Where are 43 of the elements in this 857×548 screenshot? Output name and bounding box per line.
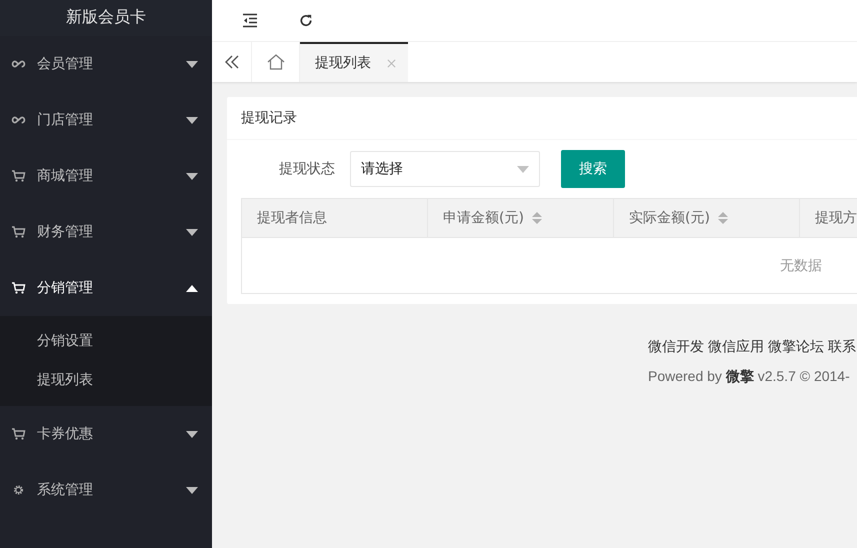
sidebar-item[interactable]: 卡券优惠 (0, 406, 212, 462)
powered-by-text: Powered by 微擎 v2.5.7 © 2014- (648, 368, 851, 386)
filter-label: 提现状态 (279, 160, 335, 178)
refresh-icon[interactable] (298, 13, 314, 28)
footer-link[interactable]: 微擎论坛 (768, 338, 824, 356)
column-header: 实际金额(元) (614, 199, 800, 237)
caret-icon (186, 284, 198, 292)
menu-collapse-icon[interactable] (242, 13, 258, 28)
status-select[interactable]: 请选择 (350, 151, 540, 187)
sidebar-item[interactable]: 商城管理 (0, 148, 212, 204)
caret-icon (186, 60, 198, 68)
double-chevron-icon (224, 55, 238, 69)
empty-text: 无数据 (780, 256, 822, 274)
cart-icon (11, 170, 26, 182)
cart-icon (11, 282, 26, 294)
sidebar-item[interactable]: 分销管理 (0, 260, 212, 316)
caret-icon (186, 116, 198, 124)
gear-icon (11, 484, 26, 496)
column-header: 提现方 (814, 209, 857, 228)
link-icon (11, 58, 26, 70)
submenu-item[interactable]: 分销设置 (0, 322, 212, 361)
cart-icon (11, 226, 26, 238)
sidebar-item[interactable]: 门店管理 (0, 92, 212, 148)
footer-link[interactable]: 联系 (828, 338, 856, 356)
sidebar-item[interactable]: 系统管理 (0, 462, 212, 518)
column-header: 提现者信息 (242, 199, 428, 237)
sidebar-item[interactable]: 会员管理 (0, 36, 212, 92)
sidebar-item[interactable]: 财务管理 (0, 204, 212, 260)
home-icon (266, 54, 284, 70)
caret-icon (186, 430, 198, 438)
column-header: 申请金额(元) (428, 199, 614, 237)
caret-icon (186, 172, 198, 180)
caret-icon (517, 166, 529, 172)
submenu-item[interactable]: 提现列表 (0, 361, 212, 400)
footer-link[interactable]: 微信应用 (708, 338, 764, 356)
link-icon (11, 114, 26, 126)
cart-icon (11, 428, 26, 440)
page-tab[interactable]: 提现列表 (300, 42, 408, 82)
card-title: 提现记录 (227, 97, 857, 140)
caret-icon (186, 486, 198, 494)
search-button[interactable]: 搜索 (561, 150, 625, 188)
caret-icon (186, 228, 198, 236)
footer-link[interactable]: 微信开发 (648, 338, 704, 356)
